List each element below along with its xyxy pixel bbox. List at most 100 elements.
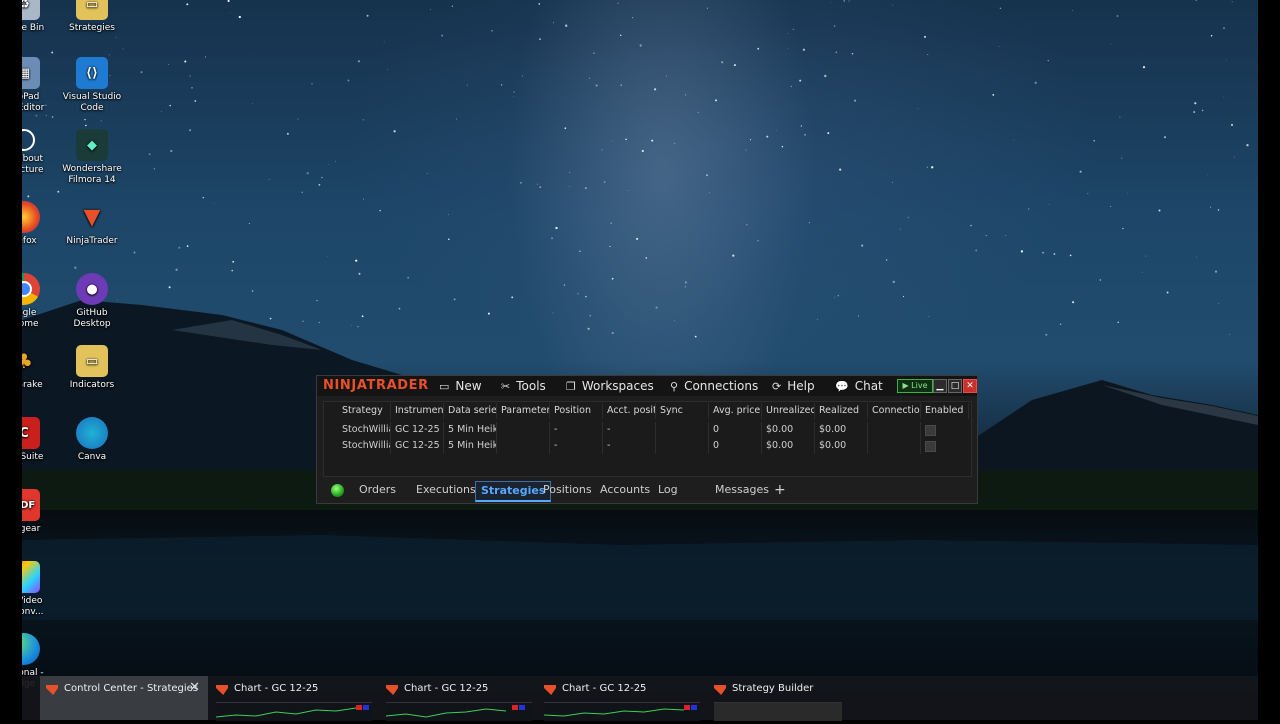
cell-data-series: 5 Min Heik bbox=[444, 438, 497, 454]
desktop-icon-photopad[interactable]: ▦ otoPad ge Editor bbox=[22, 57, 56, 114]
enabled-checkbox[interactable] bbox=[925, 425, 936, 436]
column-header-unrealized[interactable]: Unrealized bbox=[762, 403, 815, 419]
table-row[interactable]: StochWillia GC 12-25 5 Min Heik - - 0 $0… bbox=[324, 438, 971, 454]
cell-strategy: StochWillia bbox=[338, 438, 391, 454]
desktop-icon-label: otoPad ge Editor bbox=[22, 92, 45, 113]
cell-position: - bbox=[550, 438, 603, 454]
cell-unrealized: $0.00 bbox=[762, 438, 815, 454]
menu-workspaces[interactable]: ❐ Workspaces bbox=[566, 379, 654, 393]
enabled-checkbox[interactable] bbox=[925, 441, 936, 452]
taskbar-item-chart-1[interactable]: Chart - GC 12-25 bbox=[210, 676, 378, 721]
handbrake-icon: ♣ bbox=[22, 348, 33, 373]
pdf-icon: PDF bbox=[22, 489, 40, 521]
edge-icon bbox=[22, 633, 40, 665]
ninjatrader-logo: NINJATRADER bbox=[323, 378, 429, 393]
chat-icon: 💬 bbox=[835, 379, 849, 393]
tools-icon: ✂ bbox=[501, 379, 511, 393]
canva-icon bbox=[76, 417, 108, 449]
close-icon[interactable]: ✕ bbox=[189, 680, 200, 695]
desktop-icon-label: rn about s picture bbox=[22, 154, 44, 175]
desktop-icon-github[interactable]: ● GitHub Desktop bbox=[60, 273, 124, 330]
grid-header-row: Strategy Instrument Data series Paramete… bbox=[324, 403, 971, 419]
video-converter-icon bbox=[22, 561, 40, 593]
help-icon: ⟳ bbox=[772, 379, 782, 393]
column-header-enabled[interactable]: Enabled bbox=[921, 403, 969, 419]
chart-thumbnail bbox=[215, 702, 372, 721]
info-icon bbox=[22, 129, 35, 151]
workspaces-icon: ❐ bbox=[566, 379, 576, 393]
minimize-button[interactable]: ▁ bbox=[933, 379, 947, 393]
desktop-icon-indicators[interactable]: ▭ Indicators bbox=[60, 345, 124, 391]
taskbar-item-chart-3[interactable]: Chart - GC 12-25 bbox=[538, 676, 706, 721]
desktop-icon-learn-about[interactable]: rn about s picture bbox=[22, 129, 56, 176]
desktop-icon-label: GitHub Desktop bbox=[73, 308, 111, 329]
table-row[interactable]: StochWillia GC 12-25 5 Min Heik - - 0 $0… bbox=[324, 422, 971, 438]
menu-connections-label: Connections bbox=[684, 379, 759, 393]
desktop-icon-label: Strategies bbox=[69, 23, 115, 33]
tab-positions[interactable]: Positions bbox=[538, 481, 597, 499]
desktop-icon-ninjatrader[interactable]: ▼ NinjaTrader bbox=[60, 201, 124, 247]
menu-tools-label: Tools bbox=[516, 379, 546, 393]
desktop-icon-label: irefox bbox=[22, 236, 37, 246]
menu-connections[interactable]: ⚲ Connections bbox=[670, 379, 758, 393]
desktop-icon-strategies[interactable]: ▭ Strategies bbox=[60, 0, 124, 34]
column-header-instrument[interactable]: Instrument bbox=[391, 403, 444, 419]
desktop-icon-canva[interactable]: Canva bbox=[60, 417, 124, 463]
ninjatrader-icon bbox=[714, 685, 726, 695]
desktop-icon-label: NinjaTrader bbox=[66, 236, 118, 246]
taskbar-item-strategy-builder[interactable]: Strategy Builder bbox=[708, 676, 848, 721]
maximize-icon: □ bbox=[950, 381, 960, 391]
column-header-parameters[interactable]: Parameters bbox=[497, 403, 550, 419]
folder-icon: ▭ bbox=[76, 0, 108, 20]
column-header-strategy[interactable]: Strategy bbox=[338, 403, 391, 419]
ninjatrader-control-center-window[interactable]: NINJATRADER ▭ New ✂ Tools ❐ Workspaces ⚲… bbox=[316, 375, 978, 504]
cell-acct-position: - bbox=[603, 438, 656, 454]
desktop-icon-video-converter[interactable]: m Video e Conv... bbox=[22, 561, 56, 618]
desktop-icon-chrome[interactable]: oogle hrome bbox=[22, 273, 56, 330]
cell-sync bbox=[656, 438, 709, 454]
desktop-icon-filmora[interactable]: ◆ Wondershare Filmora 14 bbox=[60, 129, 124, 186]
column-header-realized[interactable]: Realized bbox=[815, 403, 868, 419]
taskbar-item-chart-2[interactable]: Chart - GC 12-25 bbox=[380, 676, 536, 721]
cell-avg-price: 0 bbox=[709, 438, 762, 454]
menu-help[interactable]: ⟳ Help bbox=[772, 379, 815, 393]
bottom-tab-bar: Orders Executions Strategies Positions A… bbox=[317, 479, 977, 502]
letterbox-left bbox=[0, 0, 22, 720]
tab-orders[interactable]: Orders bbox=[354, 481, 401, 499]
taskbar-item-control-center[interactable]: Control Center - Strategies ✕ bbox=[40, 676, 208, 720]
cell-realized: $0.00 bbox=[815, 422, 868, 438]
cell-sync bbox=[656, 422, 709, 438]
taskbar-item-label: Control Center - Strategies bbox=[64, 683, 199, 694]
column-header-connection[interactable]: Connectio bbox=[868, 403, 921, 419]
column-header-position[interactable]: Position bbox=[550, 403, 603, 419]
add-tab-button[interactable]: + bbox=[769, 481, 791, 499]
cell-acct-position: - bbox=[603, 422, 656, 438]
maximize-button[interactable]: □ bbox=[948, 379, 962, 393]
cell-realized: $0.00 bbox=[815, 438, 868, 454]
desktop-icon-ch-suite[interactable]: C CH Suite bbox=[22, 417, 56, 463]
column-header-acct-position[interactable]: Acct. posit bbox=[603, 403, 656, 419]
menu-new[interactable]: ▭ New bbox=[439, 379, 482, 393]
desktop-icon-firefox[interactable]: irefox bbox=[22, 201, 56, 247]
desktop-icon-recycle-bin[interactable]: ♻ cycle Bin bbox=[22, 0, 56, 34]
filmora-icon: ◆ bbox=[76, 129, 108, 161]
taskbar-item-label: Chart - GC 12-25 bbox=[562, 683, 647, 694]
column-header-avg-price[interactable]: Avg. price bbox=[709, 403, 762, 419]
menu-help-label: Help bbox=[787, 379, 815, 393]
tab-messages[interactable]: Messages bbox=[710, 481, 774, 499]
desktop-icon-handbrake[interactable]: ♣ ndBrake bbox=[22, 345, 56, 391]
column-header-data-series[interactable]: Data series bbox=[444, 403, 497, 419]
desktop-icon-vscode[interactable]: ⟨⟩ Visual Studio Code bbox=[60, 57, 124, 114]
desktop-icon-pdfgear[interactable]: PDF DFgear bbox=[22, 489, 56, 535]
menu-chat[interactable]: 💬 Chat bbox=[835, 379, 883, 393]
close-button[interactable]: ✕ bbox=[963, 379, 977, 393]
chart-thumbnail-graphic bbox=[385, 705, 525, 718]
menu-tools[interactable]: ✂ Tools bbox=[501, 379, 546, 393]
column-header-sync[interactable]: Sync bbox=[656, 403, 709, 419]
tab-executions[interactable]: Executions bbox=[411, 481, 481, 499]
plug-icon: ⚲ bbox=[670, 379, 679, 393]
menu-bar: NINJATRADER ▭ New ✂ Tools ❐ Workspaces ⚲… bbox=[317, 376, 977, 396]
tab-accounts[interactable]: Accounts bbox=[595, 481, 655, 499]
new-window-icon: ▭ bbox=[439, 379, 450, 393]
tab-log[interactable]: Log bbox=[653, 481, 683, 499]
